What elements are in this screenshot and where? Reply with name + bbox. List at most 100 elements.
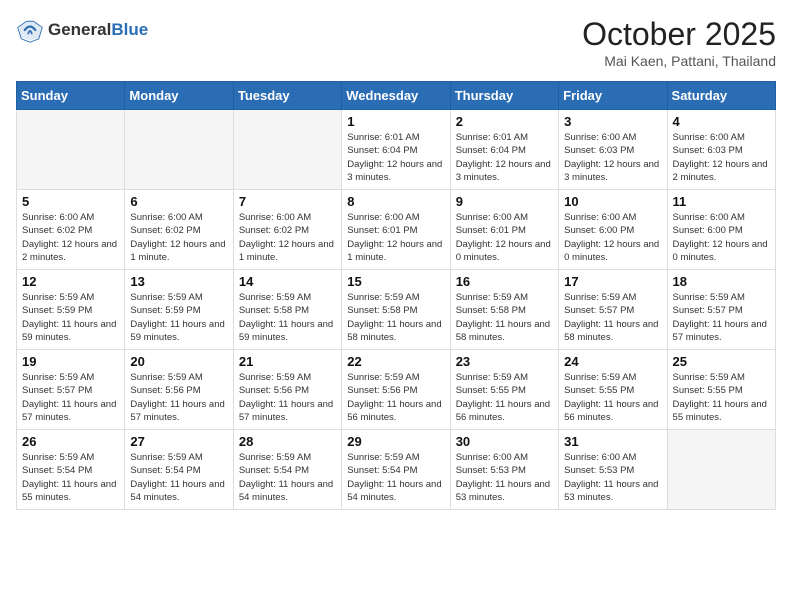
- week-row-3: 12 Sunrise: 5:59 AMSunset: 5:59 PMDayligh…: [17, 270, 776, 350]
- day-info: Sunrise: 5:59 AMSunset: 5:55 PMDaylight:…: [564, 371, 661, 424]
- day-number: 8: [347, 194, 444, 209]
- day-info: Sunrise: 5:59 AMSunset: 5:54 PMDaylight:…: [22, 451, 119, 504]
- day-number: 18: [673, 274, 770, 289]
- day-info: Sunrise: 6:00 AMSunset: 6:00 PMDaylight:…: [673, 211, 770, 264]
- day-cell-4-2: 28 Sunrise: 5:59 AMSunset: 5:54 PMDayligh…: [233, 430, 341, 510]
- day-number: 6: [130, 194, 227, 209]
- day-info: Sunrise: 5:59 AMSunset: 5:56 PMDaylight:…: [347, 371, 444, 424]
- day-info: Sunrise: 6:00 AMSunset: 6:01 PMDaylight:…: [347, 211, 444, 264]
- day-cell-4-3: 29 Sunrise: 5:59 AMSunset: 5:54 PMDayligh…: [342, 430, 450, 510]
- header-wednesday: Wednesday: [342, 82, 450, 110]
- day-number: 25: [673, 354, 770, 369]
- day-number: 2: [456, 114, 553, 129]
- day-info: Sunrise: 5:59 AMSunset: 5:59 PMDaylight:…: [22, 291, 119, 344]
- calendar-header-row: Sunday Monday Tuesday Wednesday Thursday…: [17, 82, 776, 110]
- day-cell-0-4: 2Sunrise: 6:01 AMSunset: 6:04 PMDaylight…: [450, 110, 558, 190]
- day-number: 28: [239, 434, 336, 449]
- day-info: Sunrise: 6:00 AMSunset: 6:03 PMDaylight:…: [564, 131, 661, 184]
- day-cell-1-5: 10 Sunrise: 6:00 AMSunset: 6:00 PMDayligh…: [559, 190, 667, 270]
- day-number: 10: [564, 194, 661, 209]
- day-cell-0-3: 1 Sunrise: 6:01 AMSunset: 6:04 PMDaylight…: [342, 110, 450, 190]
- page-header: GeneralBlue October 2025 Mai Kaen, Patta…: [16, 16, 776, 69]
- day-info: Sunrise: 5:59 AMSunset: 5:57 PMDaylight:…: [564, 291, 661, 344]
- day-number: 23: [456, 354, 553, 369]
- day-number: 27: [130, 434, 227, 449]
- header-thursday: Thursday: [450, 82, 558, 110]
- week-row-1: 1 Sunrise: 6:01 AMSunset: 6:04 PMDaylight…: [17, 110, 776, 190]
- logo-text: GeneralBlue: [48, 20, 148, 40]
- header-sunday: Sunday: [17, 82, 125, 110]
- day-cell-4-1: 27 Sunrise: 5:59 AMSunset: 5:54 PMDayligh…: [125, 430, 233, 510]
- day-info: Sunrise: 6:00 AMSunset: 6:02 PMDaylight:…: [239, 211, 336, 264]
- day-number: 11: [673, 194, 770, 209]
- header-saturday: Saturday: [667, 82, 775, 110]
- day-info: Sunrise: 5:59 AMSunset: 5:56 PMDaylight:…: [239, 371, 336, 424]
- logo-icon: [16, 16, 44, 44]
- day-cell-2-0: 12 Sunrise: 5:59 AMSunset: 5:59 PMDayligh…: [17, 270, 125, 350]
- day-cell-4-4: 30 Sunrise: 6:00 AMSunset: 5:53 PMDayligh…: [450, 430, 558, 510]
- day-cell-3-1: 20Sunrise: 5:59 AMSunset: 5:56 PMDayligh…: [125, 350, 233, 430]
- day-info: Sunrise: 6:00 AMSunset: 6:00 PMDaylight:…: [564, 211, 661, 264]
- day-number: 15: [347, 274, 444, 289]
- day-cell-2-5: 17 Sunrise: 5:59 AMSunset: 5:57 PMDayligh…: [559, 270, 667, 350]
- day-cell-2-3: 15 Sunrise: 5:59 AMSunset: 5:58 PMDayligh…: [342, 270, 450, 350]
- day-cell-1-3: 8 Sunrise: 6:00 AMSunset: 6:01 PMDaylight…: [342, 190, 450, 270]
- day-number: 31: [564, 434, 661, 449]
- day-cell-2-2: 14 Sunrise: 5:59 AMSunset: 5:58 PMDayligh…: [233, 270, 341, 350]
- day-cell-3-3: 22Sunrise: 5:59 AMSunset: 5:56 PMDayligh…: [342, 350, 450, 430]
- day-number: 26: [22, 434, 119, 449]
- header-monday: Monday: [125, 82, 233, 110]
- day-cell-0-1: [125, 110, 233, 190]
- header-tuesday: Tuesday: [233, 82, 341, 110]
- day-number: 24: [564, 354, 661, 369]
- day-number: 14: [239, 274, 336, 289]
- week-row-2: 5Sunrise: 6:00 AMSunset: 6:02 PMDaylight…: [17, 190, 776, 270]
- day-info: Sunrise: 5:59 AMSunset: 5:54 PMDaylight:…: [347, 451, 444, 504]
- day-info: Sunrise: 5:59 AMSunset: 5:54 PMDaylight:…: [239, 451, 336, 504]
- day-info: Sunrise: 5:59 AMSunset: 5:57 PMDaylight:…: [22, 371, 119, 424]
- day-cell-2-4: 16 Sunrise: 5:59 AMSunset: 5:58 PMDayligh…: [450, 270, 558, 350]
- day-info: Sunrise: 6:01 AMSunset: 6:04 PMDaylight:…: [347, 131, 444, 184]
- day-number: 7: [239, 194, 336, 209]
- week-row-4: 19 Sunrise: 5:59 AMSunset: 5:57 PMDayligh…: [17, 350, 776, 430]
- day-info: Sunrise: 5:59 AMSunset: 5:58 PMDaylight:…: [347, 291, 444, 344]
- day-info: Sunrise: 5:59 AMSunset: 5:55 PMDaylight:…: [456, 371, 553, 424]
- day-info: Sunrise: 5:59 AMSunset: 5:56 PMDaylight:…: [130, 371, 227, 424]
- day-number: 30: [456, 434, 553, 449]
- day-number: 19: [22, 354, 119, 369]
- logo: GeneralBlue: [16, 16, 148, 44]
- day-cell-3-2: 21 Sunrise: 5:59 AMSunset: 5:56 PMDayligh…: [233, 350, 341, 430]
- day-info: Sunrise: 6:00 AMSunset: 5:53 PMDaylight:…: [564, 451, 661, 504]
- day-cell-1-1: 6 Sunrise: 6:00 AMSunset: 6:02 PMDaylight…: [125, 190, 233, 270]
- day-number: 21: [239, 354, 336, 369]
- day-info: Sunrise: 6:00 AMSunset: 6:01 PMDaylight:…: [456, 211, 553, 264]
- day-info: Sunrise: 6:00 AMSunset: 6:02 PMDaylight:…: [130, 211, 227, 264]
- day-cell-4-5: 31 Sunrise: 6:00 AMSunset: 5:53 PMDayligh…: [559, 430, 667, 510]
- day-info: Sunrise: 6:00 AMSunset: 6:03 PMDaylight:…: [673, 131, 770, 184]
- day-cell-3-4: 23 Sunrise: 5:59 AMSunset: 5:55 PMDayligh…: [450, 350, 558, 430]
- week-row-5: 26 Sunrise: 5:59 AMSunset: 5:54 PMDayligh…: [17, 430, 776, 510]
- header-friday: Friday: [559, 82, 667, 110]
- day-number: 12: [22, 274, 119, 289]
- day-number: 16: [456, 274, 553, 289]
- day-info: Sunrise: 6:00 AMSunset: 6:02 PMDaylight:…: [22, 211, 119, 264]
- day-number: 4: [673, 114, 770, 129]
- month-title: October 2025: [582, 16, 776, 53]
- day-info: Sunrise: 5:59 AMSunset: 5:54 PMDaylight:…: [130, 451, 227, 504]
- day-info: Sunrise: 6:00 AMSunset: 5:53 PMDaylight:…: [456, 451, 553, 504]
- day-info: Sunrise: 5:59 AMSunset: 5:58 PMDaylight:…: [456, 291, 553, 344]
- day-cell-2-6: 18Sunrise: 5:59 AMSunset: 5:57 PMDayligh…: [667, 270, 775, 350]
- day-cell-0-2: [233, 110, 341, 190]
- day-cell-0-0: [17, 110, 125, 190]
- title-section: October 2025 Mai Kaen, Pattani, Thailand: [582, 16, 776, 69]
- day-cell-3-0: 19 Sunrise: 5:59 AMSunset: 5:57 PMDayligh…: [17, 350, 125, 430]
- day-cell-1-0: 5Sunrise: 6:00 AMSunset: 6:02 PMDaylight…: [17, 190, 125, 270]
- day-info: Sunrise: 5:59 AMSunset: 5:59 PMDaylight:…: [130, 291, 227, 344]
- day-number: 1: [347, 114, 444, 129]
- day-cell-4-6: [667, 430, 775, 510]
- day-number: 17: [564, 274, 661, 289]
- day-cell-3-5: 24 Sunrise: 5:59 AMSunset: 5:55 PMDayligh…: [559, 350, 667, 430]
- day-cell-0-6: 4 Sunrise: 6:00 AMSunset: 6:03 PMDaylight…: [667, 110, 775, 190]
- day-info: Sunrise: 5:59 AMSunset: 5:58 PMDaylight:…: [239, 291, 336, 344]
- day-number: 29: [347, 434, 444, 449]
